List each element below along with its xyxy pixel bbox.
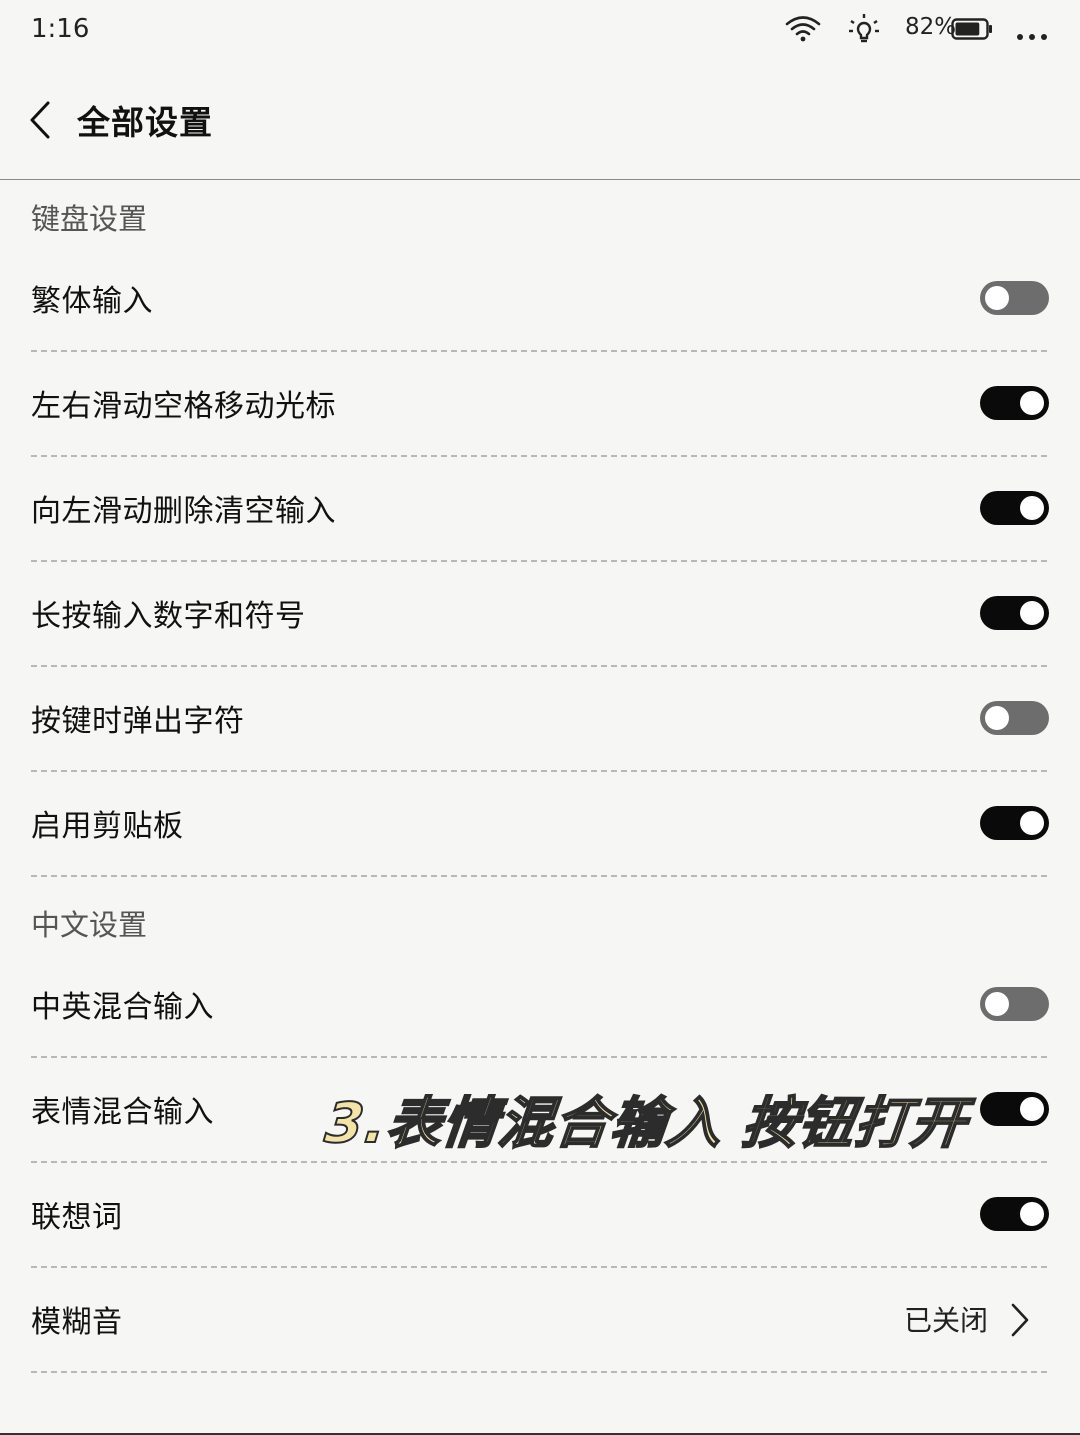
setting-row-swipe-delete: 向左滑动删除清空输入 (0, 457, 1080, 562)
setting-label: 繁体输入 (31, 284, 153, 319)
divider (31, 1371, 1047, 1373)
divider (31, 875, 1047, 877)
toggle-knob (1020, 601, 1044, 625)
setting-label: 表情混合输入 (31, 1095, 214, 1130)
setting-label: 启用剪贴板 (31, 809, 184, 844)
setting-label: 中英混合输入 (31, 990, 214, 1025)
setting-label: 按键时弹出字符 (31, 704, 245, 739)
overlay-caption: 3.表情混合输入 按钮打开 (321, 1090, 971, 1156)
chevron-right-icon[interactable] (1010, 1302, 1030, 1342)
section-title-chinese: 中文设置 (31, 908, 148, 942)
toggle-knob (1020, 496, 1044, 520)
page-title: 全部设置 (77, 103, 213, 142)
setting-row-traditional: 繁体输入 (0, 247, 1080, 352)
setting-label: 模糊音 (31, 1305, 123, 1340)
setting-label: 左右滑动空格移动光标 (31, 389, 336, 424)
toggle-knob (1020, 391, 1044, 415)
swipe-cursor-toggle[interactable] (980, 386, 1049, 420)
battery-percent: 82% (905, 14, 957, 40)
toggle-knob (1020, 1202, 1044, 1226)
toggle-knob (1020, 1097, 1044, 1121)
setting-label: 向左滑动删除清空输入 (31, 494, 336, 529)
long-press-toggle[interactable] (980, 596, 1049, 630)
clipboard-toggle[interactable] (980, 806, 1049, 840)
setting-row-key-popup: 按键时弹出字符 (0, 667, 1080, 772)
settings-page: 1:16 82% 全部设置 键盘设置 繁体输入 左右滑动空格移动光标 向左滑动删… (0, 0, 1080, 1435)
battery-icon (951, 18, 993, 44)
toggle-knob (985, 706, 1009, 730)
setting-row-long-press: 长按输入数字和符号 (0, 562, 1080, 667)
setting-label: 长按输入数字和符号 (31, 599, 306, 634)
status-bar: 1:16 82% (0, 0, 1080, 62)
chevron-left-icon[interactable] (26, 100, 56, 140)
more-icon[interactable] (1016, 26, 1048, 45)
traditional-toggle[interactable] (980, 281, 1049, 315)
mixed-emoji-toggle[interactable] (980, 1092, 1049, 1126)
section-title-keyboard: 键盘设置 (31, 202, 148, 236)
toggle-knob (985, 992, 1009, 1016)
setting-row-mixed-en: 中英混合输入 (0, 953, 1080, 1058)
mixed-en-toggle[interactable] (980, 987, 1049, 1021)
setting-row-prediction: 联想词 (0, 1163, 1080, 1268)
toggle-knob (985, 286, 1009, 310)
header: 全部设置 (0, 62, 1080, 180)
setting-row-fuzzy[interactable]: 模糊音 已关闭 (0, 1268, 1080, 1373)
swipe-delete-toggle[interactable] (980, 491, 1049, 525)
toggle-knob (1020, 811, 1044, 835)
prediction-toggle[interactable] (980, 1197, 1049, 1231)
key-popup-toggle[interactable] (980, 701, 1049, 735)
setting-row-swipe-cursor: 左右滑动空格移动光标 (0, 352, 1080, 457)
setting-row-clipboard: 启用剪贴板 (0, 772, 1080, 877)
brightness-icon (846, 11, 882, 51)
fuzzy-value: 已关闭 (904, 1304, 989, 1337)
status-time: 1:16 (31, 14, 90, 44)
wifi-icon (784, 14, 822, 48)
setting-label: 联想词 (31, 1200, 123, 1235)
